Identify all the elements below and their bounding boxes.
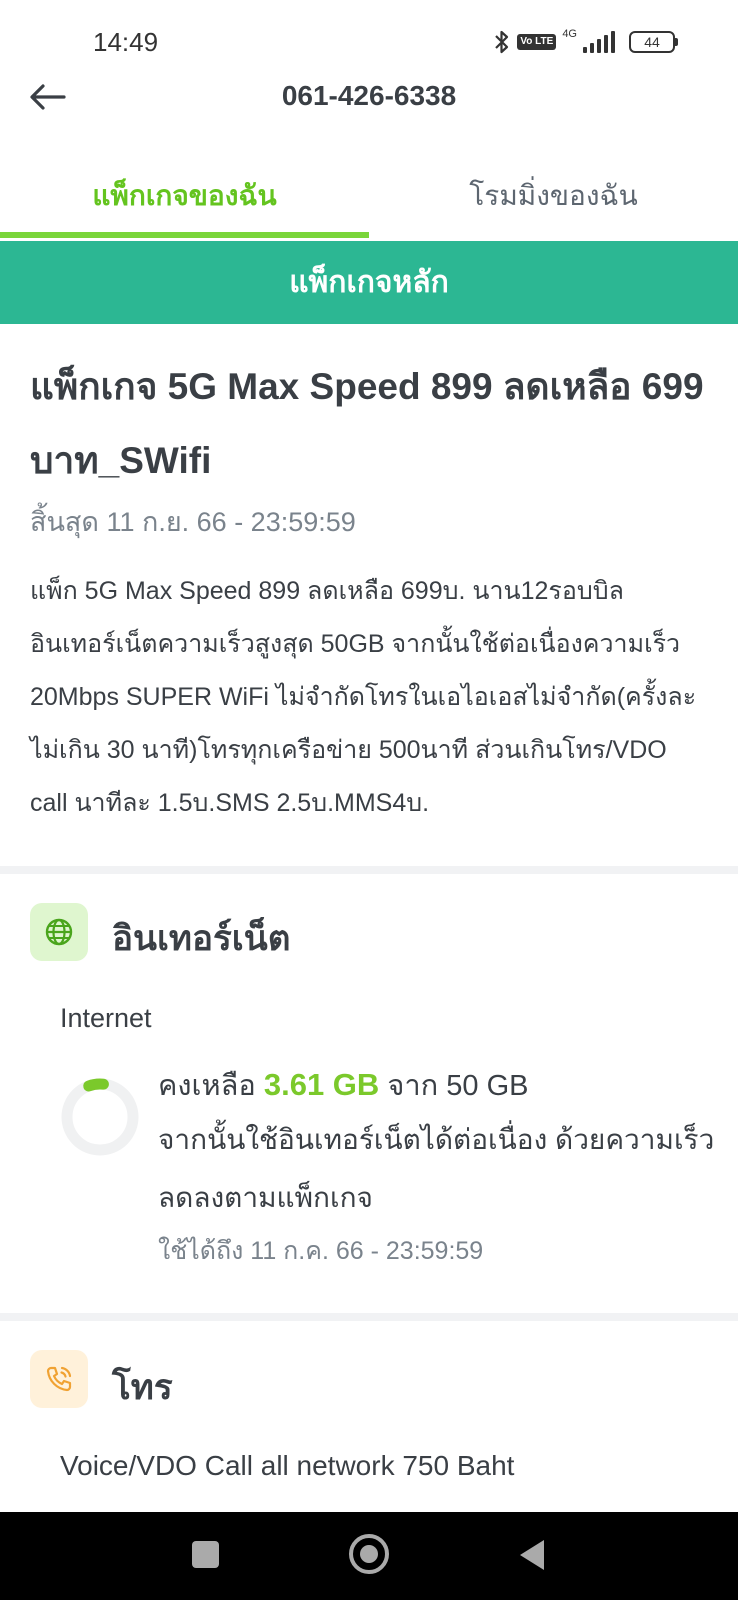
system-nav-bar: [0, 1512, 738, 1600]
internet-description: จากนั้นใช้อินเทอร์เน็ตได้ต่อเนื่อง ด้วยค…: [158, 1124, 715, 1213]
volte-icon: Vo LTE: [517, 34, 557, 50]
main-package-banner: แพ็กเกจหลัก: [0, 241, 738, 324]
remaining-prefix: คงเหลือ: [158, 1070, 256, 1102]
divider: [0, 1313, 738, 1321]
status-icons: Vo LTE 4G 44: [493, 28, 678, 56]
home-icon[interactable]: [349, 1534, 389, 1574]
status-bar: 14:49 Vo LTE 4G 44: [0, 0, 738, 84]
internet-usage: คงเหลือ 3.61 GB จาก 50 GB จากนั้นใช้อินเ…: [158, 1060, 718, 1271]
globe-icon: [30, 903, 88, 961]
signal-icon: [583, 31, 615, 53]
network-type: 4G: [562, 28, 577, 40]
internet-label: Internet: [60, 1003, 152, 1033]
internet-section-title: อินเทอร์เน็ต: [112, 919, 291, 958]
battery-level: 44: [629, 31, 675, 53]
bluetooth-icon: [495, 30, 509, 54]
page-title: 061-426-6338: [281, 80, 457, 111]
package-description: แพ็ก 5G Max Speed 899 ลดเหลือ 699บ. นาน1…: [30, 577, 697, 817]
tab-my-packages[interactable]: แพ็กเกจของฉัน: [0, 150, 369, 238]
package-card: แพ็กเกจ 5G Max Speed 899 ลดเหลือ 699 บาท…: [30, 350, 710, 830]
package-name: แพ็กเกจ 5G Max Speed 899 ลดเหลือ 699 บาท…: [30, 366, 704, 481]
internet-valid-until: ใช้ได้ถึง 11 ก.ค. 66 - 23:59:59: [158, 1237, 484, 1265]
battery-icon: 44: [629, 31, 678, 53]
recents-icon[interactable]: [192, 1541, 219, 1568]
phone-call-icon: [30, 1350, 88, 1408]
tab-bar: แพ็กเกจของฉัน โรมมิ่งของฉัน: [0, 150, 738, 238]
package-expiry: สิ้นสุด 11 ก.ย. 66 - 23:59:59: [30, 507, 356, 537]
divider: [0, 866, 738, 874]
call-section-title: โทร: [112, 1368, 173, 1407]
remaining-amount: 3.61 GB: [263, 1067, 380, 1102]
total-amount: จาก 50 GB: [387, 1070, 529, 1102]
voice-package-label: Voice/VDO Call all network 750 Baht: [60, 1450, 515, 1481]
tab-my-roaming[interactable]: โรมมิ่งของฉัน: [369, 150, 738, 238]
status-time: 14:49: [93, 27, 159, 57]
back-triangle-icon[interactable]: [520, 1540, 544, 1570]
remaining-line: คงเหลือ 3.61 GB จาก 50 GB: [158, 1060, 718, 1111]
usage-donut: [61, 1078, 139, 1156]
